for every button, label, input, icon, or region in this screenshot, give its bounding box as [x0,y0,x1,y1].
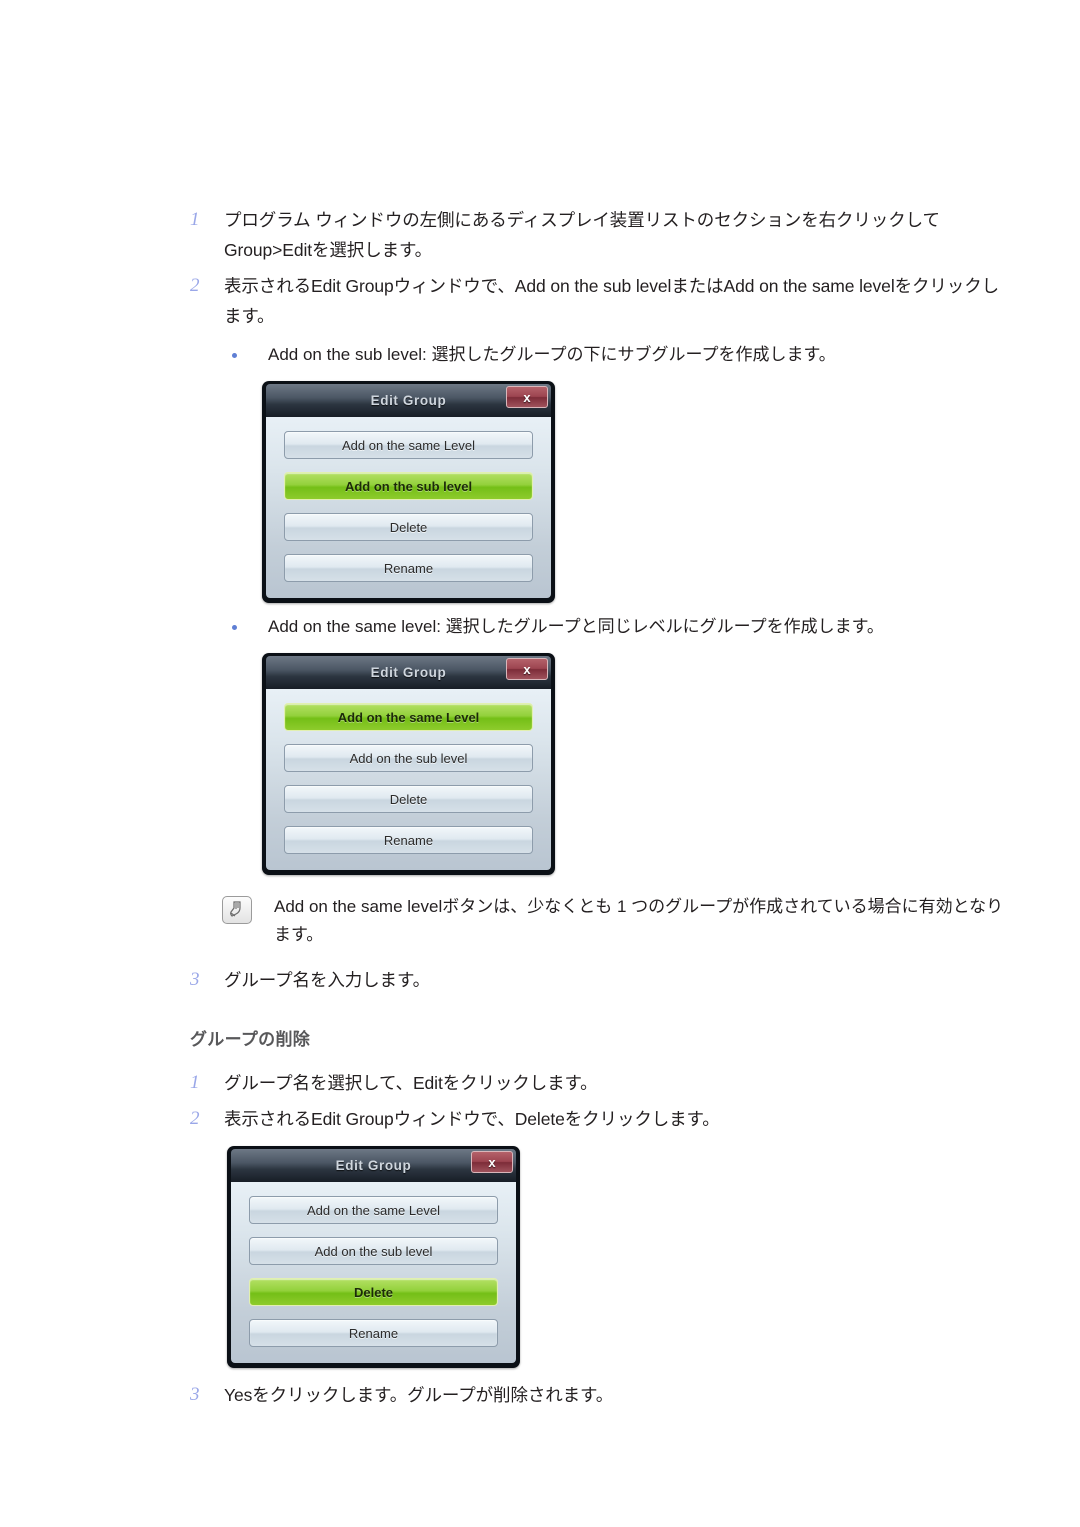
step-item: 2 表示されるEdit Groupウィンドウで、Deleteをクリックします。 [190,1104,1010,1134]
step-number: 1 [190,1072,200,1093]
note-pencil-icon [222,896,252,924]
dialog-title: Edit Group [370,665,447,680]
bullet-text: Add on the same level: 選択したグループと同じレベルにグル… [268,617,884,636]
delete-button[interactable]: Delete [284,513,533,541]
dialog-body: Add on the same Level Add on the sub lev… [266,417,551,598]
step-text-plain: プログラム ウィンドウの左側にあるディスプレイ装置リストのセクションを右クリック… [224,210,940,260]
step-number: 2 [190,275,200,296]
step-number: 2 [190,1108,200,1129]
rename-button[interactable]: Rename [284,826,533,854]
add-on-sub-level-button[interactable]: Add on the sub level [284,744,533,772]
add-on-sub-level-button[interactable]: Add on the sub level [284,472,533,500]
bullet-dot-icon [232,341,268,358]
dialog-title: Edit Group [335,1158,412,1173]
dialog-title: Edit Group [370,393,447,408]
note-icon-wrap [222,893,274,924]
add-on-same-level-button[interactable]: Add on the same Level [249,1196,498,1224]
step-text: グループ名を入力します。 [224,970,430,990]
close-icon[interactable]: x [471,1151,513,1173]
document-page: 1 プログラム ウィンドウの左側にあるディスプレイ装置リストのセクションを右クリ… [0,0,1080,1527]
dialog-title-bar: Edit Group x [266,384,551,417]
delete-button[interactable]: Delete [249,1278,498,1306]
step-text: Yesをクリックします。グループが削除されます。 [224,1385,614,1405]
section-heading: グループの削除 [190,1030,311,1049]
bullet-item: Add on the sub level: 選択したグループの下にサブグループを… [232,341,1010,369]
dialog-screenshot-sub-level: Edit Group x Add on the same Level Add o… [262,381,1010,603]
edit-group-dialog: Edit Group x Add on the same Level Add o… [227,1146,520,1368]
bullet-item: Add on the same level: 選択したグループと同じレベルにグル… [232,613,1010,641]
step-number: 3 [190,1384,200,1405]
step-text-plain: 表示されるEdit Groupウィンドウで、Add on the sub lev… [224,276,1000,326]
step-text: 表示されるEdit Groupウィンドウで、Deleteをクリックします。 [224,1109,720,1129]
note-text: Add on the same levelボタンは、少なくとも 1 つのグループ… [274,897,1004,944]
step-text: 表示されるEdit Groupウィンドウで、Add on the sub lev… [224,271,1010,331]
edit-group-dialog: Edit Group x Add on the same Level Add o… [262,653,555,875]
step-item: 1 グループ名を選択して、Editをクリックします。 [190,1068,1010,1098]
step-item: 3 Yesをクリックします。グループが削除されます。 [190,1380,1010,1410]
step-item: 2 表示されるEdit Groupウィンドウで、Add on the sub l… [190,271,1010,331]
step-number: 1 [190,209,200,230]
step-item: 3 グループ名を入力します。 [190,965,1010,995]
edit-group-dialog: Edit Group x Add on the same Level Add o… [262,381,555,603]
note-block: Add on the same levelボタンは、少なくとも 1 つのグループ… [222,893,1010,949]
delete-button[interactable]: Delete [284,785,533,813]
step-item: 1 プログラム ウィンドウの左側にあるディスプレイ装置リストのセクションを右クリ… [190,205,1010,265]
dialog-screenshot-same-level: Edit Group x Add on the same Level Add o… [262,653,1010,875]
step-text: プログラム ウィンドウの左側にあるディスプレイ装置リストのセクションを右クリック… [224,205,1010,265]
dialog-title-bar: Edit Group x [231,1149,516,1182]
close-icon[interactable]: x [506,386,548,408]
close-icon[interactable]: x [506,658,548,680]
add-on-same-level-button[interactable]: Add on the same Level [284,431,533,459]
dialog-screenshot-delete: Edit Group x Add on the same Level Add o… [227,1146,1010,1368]
step-number: 3 [190,969,200,990]
dialog-body: Add on the same Level Add on the sub lev… [266,689,551,870]
dialog-title-bar: Edit Group x [266,656,551,689]
rename-button[interactable]: Rename [284,554,533,582]
add-on-sub-level-button[interactable]: Add on the sub level [249,1237,498,1265]
bullet-text: Add on the sub level: 選択したグループの下にサブグループを… [268,345,836,364]
bullet-dot-icon [232,613,268,630]
step-text: グループ名を選択して、Editをクリックします。 [224,1073,598,1093]
add-on-same-level-button[interactable]: Add on the same Level [284,703,533,731]
dialog-body: Add on the same Level Add on the sub lev… [231,1182,516,1363]
rename-button[interactable]: Rename [249,1319,498,1347]
